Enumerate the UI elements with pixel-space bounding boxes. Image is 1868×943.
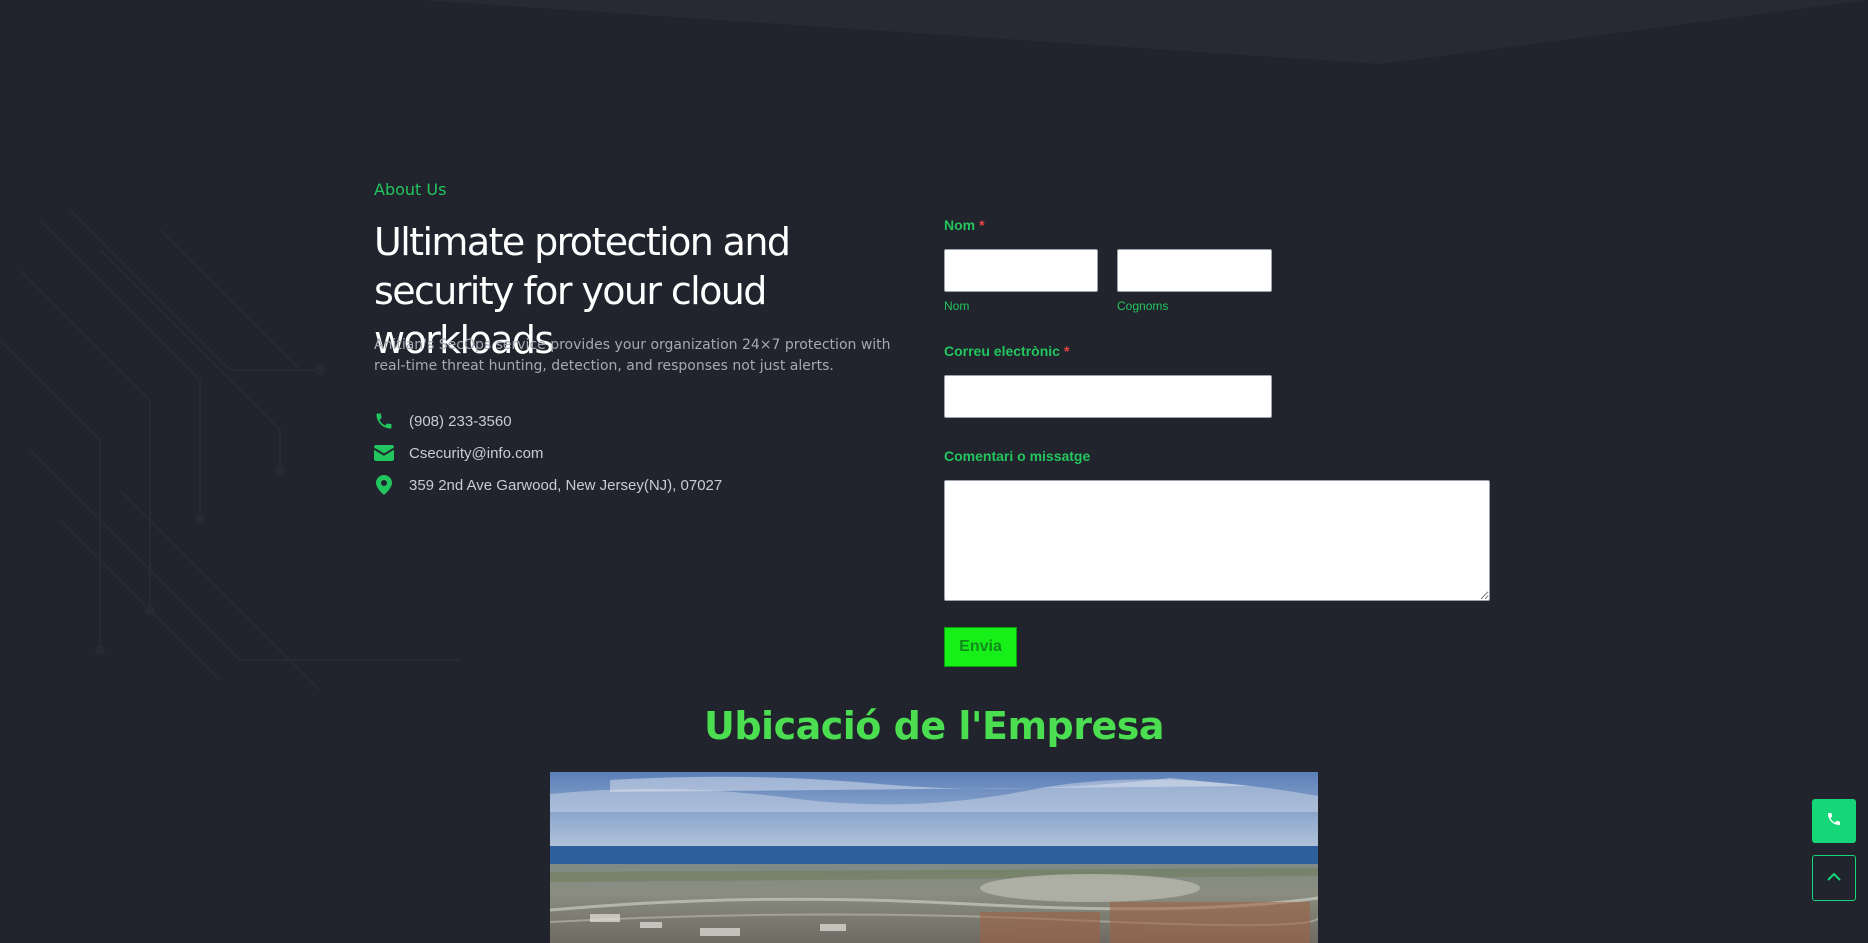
email-field-label: Correu electrònic * bbox=[944, 343, 1069, 359]
message-field-label: Comentari o missatge bbox=[944, 448, 1091, 464]
company-location-title: Ubicació de l'Empresa bbox=[703, 704, 1165, 748]
scroll-to-top-button[interactable] bbox=[1812, 855, 1856, 901]
aerial-city-photo bbox=[550, 772, 1318, 943]
last-name-sublabel: Cognoms bbox=[1117, 299, 1169, 313]
top-decorative-band bbox=[0, 0, 1868, 64]
name-label-text: Nom bbox=[944, 217, 976, 233]
send-button[interactable]: Envia bbox=[944, 627, 1017, 667]
contact-email-text: Csecurity@info.com bbox=[409, 444, 544, 462]
email-label-text: Correu electrònic bbox=[944, 343, 1060, 359]
about-us-label: About Us bbox=[374, 180, 447, 199]
required-marker: * bbox=[979, 217, 985, 233]
contact-phone[interactable]: (908) 233-3560 bbox=[374, 409, 512, 433]
contact-email[interactable]: Csecurity@info.com bbox=[374, 441, 543, 465]
phone-icon bbox=[1826, 811, 1842, 832]
message-textarea[interactable] bbox=[944, 480, 1490, 601]
map-pin-icon bbox=[374, 475, 394, 495]
name-field-label: Nom * bbox=[944, 217, 985, 233]
about-description: Anitian's SecOps service provides your o… bbox=[374, 337, 891, 374]
chevron-up-icon bbox=[1827, 869, 1841, 887]
email-input[interactable] bbox=[944, 375, 1272, 418]
envelope-icon bbox=[374, 443, 394, 463]
first-name-sublabel: Nom bbox=[944, 299, 970, 313]
floating-call-button[interactable] bbox=[1812, 799, 1856, 843]
last-name-input[interactable] bbox=[1117, 249, 1272, 292]
contact-address: 359 2nd Ave Garwood, New Jersey(NJ), 070… bbox=[374, 473, 722, 497]
contact-phone-text: (908) 233-3560 bbox=[409, 412, 512, 430]
contact-address-text: 359 2nd Ave Garwood, New Jersey(NJ), 070… bbox=[409, 476, 723, 494]
required-marker: * bbox=[1063, 343, 1070, 359]
first-name-input[interactable] bbox=[944, 249, 1098, 292]
phone-icon bbox=[374, 411, 394, 431]
